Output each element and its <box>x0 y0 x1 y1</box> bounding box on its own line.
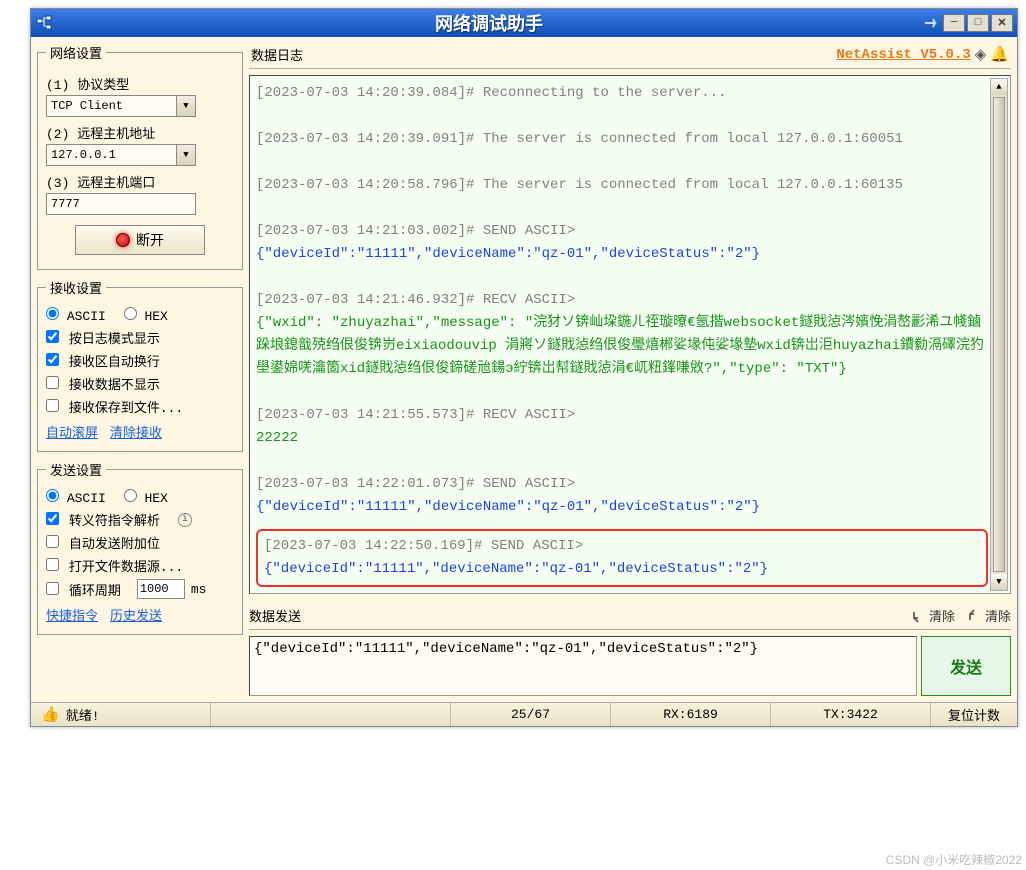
recv-ascii-radio[interactable]: ASCII <box>46 309 106 324</box>
network-settings: 网络设置 (1) 协议类型 ▼ (2) 远程主机地址 ▼ (3) 远程主机端口 … <box>37 43 243 270</box>
history-send-link[interactable]: 历史发送 <box>110 605 162 624</box>
left-panel: 网络设置 (1) 协议类型 ▼ (2) 远程主机地址 ▼ (3) 远程主机端口 … <box>37 43 243 696</box>
log-line: [2023-07-03 14:20:58.796]# The server is… <box>256 174 988 197</box>
clear-recv-link[interactable]: 清除接收 <box>110 422 162 441</box>
recv-chk-logmode[interactable]: 按日志模式显示 <box>46 328 160 347</box>
info-icon[interactable]: i <box>178 513 192 527</box>
status-rx: RX:6189 <box>611 703 771 726</box>
log-line: [2023-07-03 14:21:55.573]# RECV ASCII> <box>256 404 988 427</box>
status-counts: 25/67 <box>451 703 611 726</box>
connection-dot-icon <box>116 233 130 247</box>
host-input[interactable] <box>46 144 176 166</box>
send-chk-autoappend[interactable]: 自动发送附加位 <box>46 533 160 552</box>
log-line: [2023-07-03 14:21:46.932]# RECV ASCII> <box>256 289 988 312</box>
window-buttons: ─ □ ✕ <box>943 14 1013 32</box>
maximize-button[interactable]: □ <box>967 14 989 32</box>
send-chk-filesource[interactable]: 打开文件数据源... <box>46 556 183 575</box>
right-panel: 数据日志 NetAssist V5.0.3 ◈ 🔔 [2023-07-03 14… <box>249 43 1011 696</box>
log-scrollbar[interactable]: ▲ ▼ <box>990 78 1008 591</box>
send-hex-radio[interactable]: HEX <box>124 491 168 506</box>
log-line: {"deviceId":"11111","deviceName":"qz-01"… <box>256 243 988 266</box>
clear-up-button[interactable]: 清除 <box>967 606 1011 625</box>
send-title: 数据发送 <box>249 606 301 625</box>
body: 网络设置 (1) 协议类型 ▼ (2) 远程主机地址 ▼ (3) 远程主机端口 … <box>31 37 1017 702</box>
app-icon <box>35 14 53 32</box>
port-label: (3) 远程主机端口 <box>46 172 234 191</box>
bell-icon[interactable]: 🔔 <box>990 45 1009 64</box>
send-chk-escape[interactable]: 转义符指令解析 <box>46 510 160 529</box>
log-title: 数据日志 <box>251 45 303 64</box>
recv-hex-radio[interactable]: HEX <box>124 309 168 324</box>
host-dropdown-button[interactable]: ▼ <box>176 144 196 166</box>
receive-settings: 接收设置 ASCII HEX 按日志模式显示 接收区自动换行 接收数据不显示 接… <box>37 278 243 452</box>
autoscroll-link[interactable]: 自动滚屏 <box>46 422 98 441</box>
app-window: 网络调试助手 ─ □ ✕ 网络设置 (1) 协议类型 ▼ (2) 远程主机地址 … <box>30 8 1018 727</box>
recv-chk-autowrap[interactable]: 接收区自动换行 <box>46 351 160 370</box>
send-settings: 发送设置 ASCII HEX 转义符指令解析 i 自动发送附加位 打开文件数据源.… <box>37 460 243 635</box>
recv-chk-savefile[interactable]: 接收保存到文件... <box>46 397 183 416</box>
send-legend: 发送设置 <box>46 460 106 479</box>
proto-label: (1) 协议类型 <box>46 74 234 93</box>
window-title: 网络调试助手 <box>59 10 919 36</box>
minimize-button[interactable]: ─ <box>943 14 965 32</box>
send-chk-loop[interactable]: 循环周期 <box>46 580 121 599</box>
log-line: [2023-07-03 14:22:01.073]# SEND ASCII> <box>256 473 988 496</box>
highlighted-log: [2023-07-03 14:22:50.169]# SEND ASCII> {… <box>256 529 988 587</box>
statusbar: 👍 就绪! 25/67 RX:6189 TX:3422 复位计数 <box>31 702 1017 726</box>
loop-period-input[interactable] <box>137 579 185 599</box>
send-ascii-radio[interactable]: ASCII <box>46 491 106 506</box>
log-line: [2023-07-03 14:22:50.169]# SEND ASCII> <box>264 535 980 558</box>
pin-icon <box>919 14 941 32</box>
proto-dropdown-button[interactable]: ▼ <box>176 95 196 117</box>
log-line: 22222 <box>256 427 988 450</box>
status-ready: 就绪! <box>66 705 100 724</box>
host-label: (2) 远程主机地址 <box>46 123 234 142</box>
status-tx: TX:3422 <box>771 703 931 726</box>
send-input[interactable]: {"deviceId":"11111","deviceName":"qz-01"… <box>249 636 917 696</box>
log-line: [2023-07-03 14:20:39.091]# The server is… <box>256 128 988 151</box>
proto-select[interactable] <box>46 95 176 117</box>
recv-chk-hide[interactable]: 接收数据不显示 <box>46 374 160 393</box>
watermark: CSDN @小米吃辣椒2022 <box>886 851 1022 868</box>
diamond-icon[interactable]: ◈ <box>975 45 987 64</box>
ready-icon: 👍 <box>41 705 60 724</box>
log-area[interactable]: [2023-07-03 14:20:39.084]# Reconnecting … <box>249 75 1011 594</box>
log-line: {"deviceId":"11111","deviceName":"qz-01"… <box>256 496 988 519</box>
recv-legend: 接收设置 <box>46 278 106 297</box>
disconnect-button[interactable]: 断开 <box>75 225 205 255</box>
disconnect-label: 断开 <box>136 230 164 250</box>
scroll-up-icon[interactable]: ▲ <box>991 79 1007 95</box>
loop-period-unit: ms <box>191 582 207 597</box>
port-input[interactable] <box>46 193 196 215</box>
send-row: {"deviceId":"11111","deviceName":"qz-01"… <box>249 636 1011 696</box>
clear-down-button[interactable]: 清除 <box>911 606 955 625</box>
titlebar[interactable]: 网络调试助手 ─ □ ✕ <box>31 9 1017 37</box>
log-header: 数据日志 NetAssist V5.0.3 ◈ 🔔 <box>249 43 1011 69</box>
scroll-thumb[interactable] <box>993 97 1005 572</box>
send-header: 数据发送 清除 清除 <box>249 604 1011 630</box>
log-line: [2023-07-03 14:21:03.002]# SEND ASCII> <box>256 220 988 243</box>
send-button[interactable]: 发送 <box>921 636 1011 696</box>
scroll-down-icon[interactable]: ▼ <box>991 574 1007 590</box>
quick-cmd-link[interactable]: 快捷指令 <box>46 605 98 624</box>
log-line: {"wxid": "zhuyazhai","message": "浣犲ソ锛屾垜鍦… <box>256 312 988 381</box>
log-line: {"deviceId":"11111","deviceName":"qz-01"… <box>264 558 980 581</box>
log-line: [2023-07-03 14:20:39.084]# Reconnecting … <box>256 82 988 105</box>
net-legend: 网络设置 <box>46 43 106 62</box>
close-button[interactable]: ✕ <box>991 14 1013 32</box>
reset-count-button[interactable]: 复位计数 <box>931 703 1017 726</box>
brand-label[interactable]: NetAssist V5.0.3 <box>836 47 970 63</box>
